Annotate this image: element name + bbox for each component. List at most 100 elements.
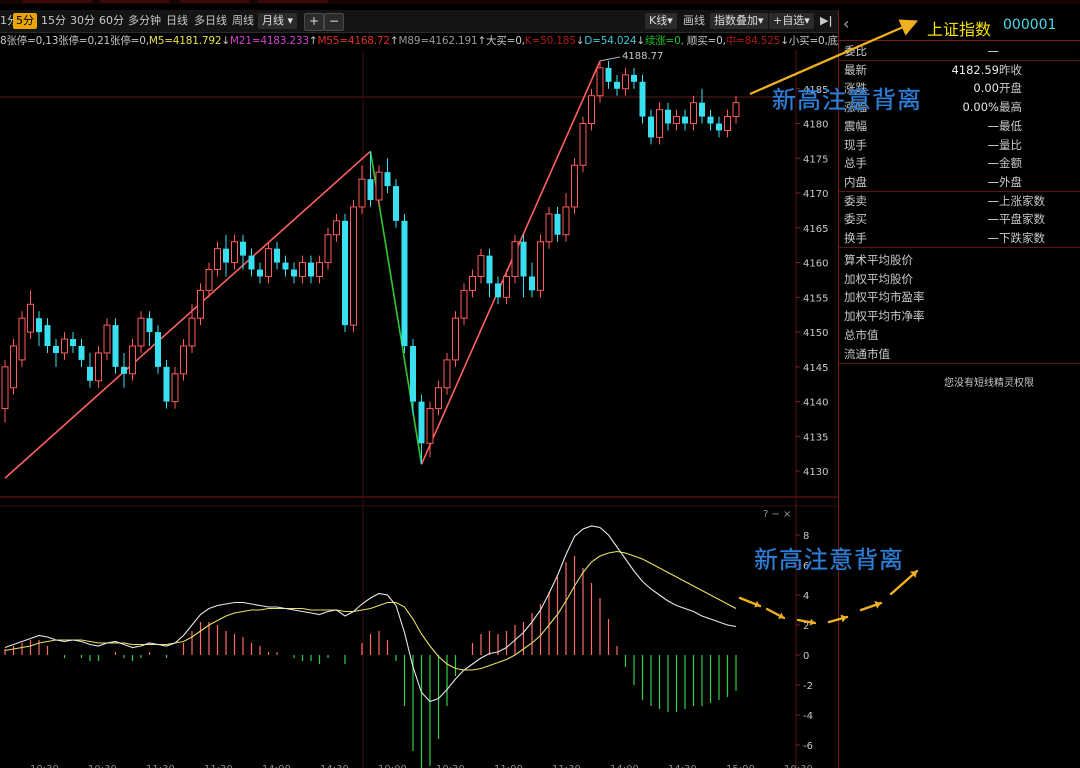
quote-stat-item: 加权平均市盈率	[844, 290, 925, 305]
candle-body	[231, 241, 238, 264]
price-tick-label: 4180	[803, 120, 828, 131]
time-tick-label: 14:00	[262, 764, 291, 768]
permission-notice: 您没有短线精灵权限	[944, 378, 1034, 389]
quote-label: 震幅	[844, 118, 867, 133]
candle-body	[137, 317, 145, 347]
time-tick-label: 11:30	[552, 764, 581, 768]
candle-body	[324, 234, 332, 264]
candle-body	[248, 255, 255, 270]
candle-body	[622, 74, 629, 90]
quote-label: 委买	[844, 212, 867, 227]
macd-dif-line	[4, 525, 737, 703]
candle-body	[121, 366, 127, 374]
candle-body	[571, 164, 578, 208]
quote-separator	[839, 363, 1080, 364]
peak-price-label: 4188.77	[622, 51, 663, 62]
macd-tick-label: -6	[803, 741, 813, 752]
candles-layer: 4188.77	[1, 51, 740, 465]
time-tick-label: 11:30	[146, 764, 175, 768]
price-tick-label: 4140	[803, 398, 828, 409]
trend-line	[4, 150, 372, 479]
candle-body	[146, 318, 153, 333]
candle-body	[282, 262, 289, 270]
candle-body	[10, 345, 17, 389]
time-tick-label: 14:30	[320, 764, 349, 768]
candle-body	[36, 318, 42, 333]
trend-line	[420, 60, 601, 465]
candle-body	[44, 325, 51, 346]
time-tick-label: 11:30	[204, 764, 233, 768]
candle-body	[631, 74, 637, 82]
time-tick-label: 10:00	[378, 764, 407, 768]
candle-body	[511, 241, 519, 277]
candle-body	[299, 262, 306, 277]
candle-body	[732, 102, 740, 118]
price-tick-label: 4160	[803, 259, 828, 270]
candle-body	[240, 241, 246, 256]
candle-body	[477, 255, 485, 277]
candle-body	[358, 178, 366, 208]
candle-body	[418, 401, 425, 444]
candle-body	[452, 317, 459, 361]
candle-body	[375, 171, 383, 201]
candle-body	[27, 303, 34, 333]
candle-body	[554, 213, 561, 235]
candle-body	[656, 109, 663, 138]
time-tick-label: 10:30	[30, 764, 59, 768]
candle-body	[70, 339, 76, 346]
macd-tick-label: 0	[803, 651, 809, 662]
price-tick-label: 4150	[803, 328, 828, 339]
quote-value: —	[987, 174, 1000, 189]
quote-panel: ‹ 上证指数 000001 委比 — 最新 4182.59 昨收 涨跌 0.00 开盘 涨幅 0.…	[838, 10, 1080, 768]
quote-label-secondary: 平盘家数	[999, 212, 1045, 227]
price-tick-label: 4170	[803, 189, 828, 200]
candle-body	[443, 359, 451, 389]
kline-chart[interactable]: 4188.77 41854180417541704165416041554150…	[0, 0, 838, 768]
candle-body	[112, 325, 119, 367]
candle-body	[265, 248, 272, 277]
price-tick-label: 4135	[803, 432, 828, 443]
candle-body	[95, 352, 102, 382]
quote-label-secondary: 量比	[999, 137, 1022, 152]
candle-body	[129, 345, 136, 375]
candle-body	[545, 213, 553, 243]
quote-value: 0.00%	[962, 100, 999, 115]
candle-body	[197, 289, 204, 319]
candle-body	[257, 269, 263, 277]
candle-body	[529, 276, 535, 291]
quote-label: 内盘	[844, 174, 867, 189]
time-tick-label: 10:30	[784, 764, 813, 768]
quote-value: —	[987, 231, 1000, 245]
time-tick-label: 10:30	[88, 764, 117, 768]
candle-body	[103, 324, 111, 354]
quote-label: 换手	[844, 231, 867, 245]
price-tick-label: 4155	[803, 293, 828, 304]
candle-body	[682, 116, 688, 124]
divergence-annotation-macd: 新高注意背离	[754, 546, 904, 574]
peak-leader	[599, 56, 621, 62]
quote-row: 现手 — 量比	[839, 136, 1080, 154]
time-tick-label: 11:00	[494, 764, 523, 768]
candle-body	[78, 346, 85, 360]
candle-body	[724, 116, 731, 131]
annotation-arrows	[738, 596, 817, 626]
time-tick-label: 14:30	[668, 764, 697, 768]
candle-body	[308, 262, 314, 277]
quote-label-secondary: 金额	[999, 156, 1022, 171]
quote-value: 4182.59	[951, 62, 999, 77]
candle-body	[384, 172, 391, 187]
quote-row: 总手 — 金额	[839, 154, 1080, 172]
arrowhead-icon	[809, 618, 815, 626]
quote-label-secondary: 上涨家数	[999, 193, 1045, 208]
time-tick-label: 14:00	[610, 764, 639, 768]
candle-body	[155, 332, 161, 367]
price-tick-label: 4145	[803, 363, 828, 374]
macd-tick-label: -2	[803, 681, 813, 692]
quote-row: 委卖 — 上涨家数	[839, 192, 1080, 210]
quote-row: 换手 — 下跌家数	[839, 229, 1080, 247]
candle-body	[648, 116, 654, 138]
candle-body	[274, 248, 280, 263]
quote-stat-item: 加权平均市净率	[844, 309, 925, 324]
candle-body	[214, 248, 221, 271]
quote-stat-item: 总市值	[844, 327, 879, 342]
